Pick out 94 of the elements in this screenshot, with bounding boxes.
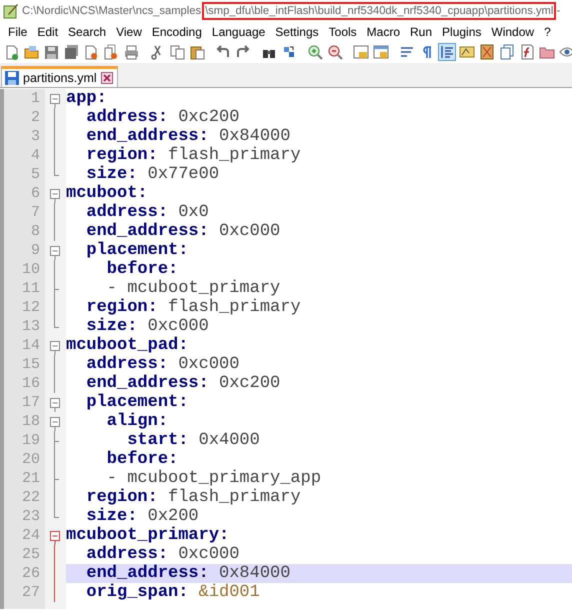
save-all-icon xyxy=(63,44,79,60)
code-line: address: 0xc000 xyxy=(85,355,240,374)
replace-icon xyxy=(281,44,297,60)
redo-icon xyxy=(235,44,251,60)
line-number: 25 xyxy=(4,545,45,564)
menu-item[interactable]: Encoding xyxy=(148,24,208,38)
line-number: 1 xyxy=(4,89,45,108)
code-line: start: 0x4000 xyxy=(126,431,261,450)
print-icon xyxy=(123,44,139,60)
line-number: 15 xyxy=(4,355,45,374)
code-line: size: 0x77e00 xyxy=(85,165,220,184)
code-line: mcuboot_primary: xyxy=(66,526,230,545)
line-number: 24 xyxy=(4,526,45,545)
menu-item[interactable]: View xyxy=(112,24,148,38)
line-number: 3 xyxy=(4,127,45,146)
app-icon xyxy=(3,3,19,19)
zoom-out-icon xyxy=(327,44,343,60)
line-number: 5 xyxy=(4,165,45,184)
save-icon xyxy=(43,44,59,60)
code-line: size: 0xc000 xyxy=(85,317,210,336)
document-list-icon xyxy=(499,44,515,60)
save-icon xyxy=(5,71,19,85)
undo-icon xyxy=(215,44,231,60)
line-number: 18 xyxy=(4,412,45,431)
line-number: 8 xyxy=(4,222,45,241)
toolbar-button[interactable] xyxy=(326,43,344,61)
code-line: before: xyxy=(106,260,180,279)
menu-item[interactable]: Plugins xyxy=(438,24,488,38)
line-number: 10 xyxy=(4,260,45,279)
line-number: 19 xyxy=(4,431,45,450)
code-line: address: 0xc000 xyxy=(85,545,240,564)
line-number: 6 xyxy=(4,184,45,203)
menu-item[interactable]: Tools xyxy=(324,24,363,38)
line-number: 13 xyxy=(4,317,45,336)
document-map-icon xyxy=(479,44,495,60)
line-number: 2 xyxy=(4,108,45,127)
code-line: region: flash_primary xyxy=(85,298,302,317)
line-number: 14 xyxy=(4,336,45,355)
menu-item[interactable]: Search xyxy=(64,24,112,38)
close-file-icon xyxy=(83,44,99,60)
line-number: 7 xyxy=(4,203,45,222)
code-line: region: flash_primary xyxy=(85,488,302,507)
copy-icon xyxy=(169,44,185,60)
line-number: 21 xyxy=(4,469,45,488)
code-line: app: xyxy=(66,89,108,108)
line-number: 26 xyxy=(4,564,45,583)
line-number: 12 xyxy=(4,298,45,317)
menu-item[interactable]: Window xyxy=(487,24,540,38)
line-number: 27 xyxy=(4,583,45,602)
code-line: placement: xyxy=(85,393,190,412)
language-icon xyxy=(459,44,475,60)
line-number: 20 xyxy=(4,450,45,469)
line-number: 11 xyxy=(4,279,45,298)
indent-guide-icon xyxy=(439,44,455,60)
code-line: mcuboot: xyxy=(66,184,149,203)
code-line: orig_span: &id001 xyxy=(85,583,261,602)
line-number: 23 xyxy=(4,507,45,526)
open-folder-icon xyxy=(23,44,39,60)
sync-horizontal-icon xyxy=(373,44,389,60)
sync-vertical-icon xyxy=(353,44,369,60)
toolbar-button[interactable] xyxy=(62,43,80,61)
line-number: 16 xyxy=(4,374,45,393)
code-line: end_address: 0x84000 xyxy=(85,127,292,146)
menu-item[interactable]: File xyxy=(4,24,34,38)
toolbar-button[interactable] xyxy=(478,43,496,61)
close-all-icon xyxy=(103,44,119,60)
close-icon[interactable] xyxy=(100,72,113,84)
line-number: 4 xyxy=(4,146,45,165)
menu-item[interactable]: Run xyxy=(406,24,438,38)
code-line: align: xyxy=(106,412,170,431)
file-tab[interactable]: partitions.yml xyxy=(1,66,118,87)
window-title: C:\Nordic\NCS\Master\ncs_samples \smp_dfu\ble_intFlash\build_nrf5340dk_nrf5340_cpuapp\partitions.yml - xyxy=(22,5,560,17)
code-line: region: flash_primary xyxy=(85,146,302,165)
menu-item[interactable]: Language xyxy=(208,24,272,38)
paste-icon xyxy=(189,44,205,60)
code-line: size: 0x200 xyxy=(85,507,200,526)
zoom-in-icon xyxy=(307,44,323,60)
code-line: - mcuboot_primary xyxy=(106,279,282,298)
function-list-icon xyxy=(519,44,535,60)
line-number: 17 xyxy=(4,393,45,412)
menu-item[interactable]: Edit xyxy=(33,24,64,38)
line-number: 9 xyxy=(4,241,45,260)
code-line: - mcuboot_primary_app xyxy=(106,469,322,488)
code-line: address: 0xc200 xyxy=(85,108,240,127)
line-number: 22 xyxy=(4,488,45,507)
code-line: placement: xyxy=(85,241,190,260)
menu-item[interactable]: ? xyxy=(540,24,557,38)
code-line: before: xyxy=(106,450,180,469)
code-line: end_address: 0xc000 xyxy=(85,222,282,241)
code-line: end_address: 0xc200 xyxy=(85,374,282,393)
menu-item[interactable]: Macro xyxy=(362,24,406,38)
code-line: address: 0x0 xyxy=(85,203,210,222)
menu-item[interactable]: Settings xyxy=(271,24,325,38)
code-line: mcuboot_pad: xyxy=(66,336,190,355)
